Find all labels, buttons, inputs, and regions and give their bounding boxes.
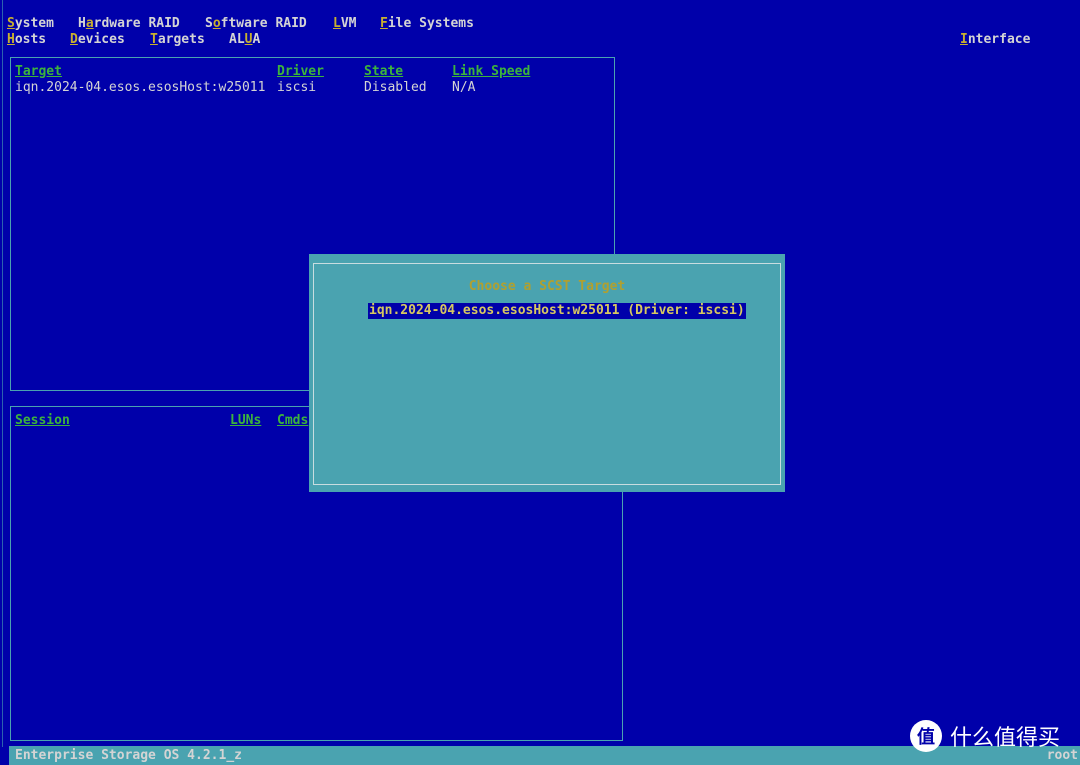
menu-hosts[interactable]: Hosts	[7, 32, 46, 48]
col-header-driver: Driver	[277, 64, 324, 79]
menu-targets[interactable]: Targets	[150, 32, 205, 48]
screen-left-border	[2, 0, 3, 747]
watermark-logo-icon: 值	[910, 720, 942, 752]
cell-driver: iscsi	[277, 80, 317, 95]
dialog-title: Choose a SCST Target	[468, 279, 626, 294]
watermark-text: 什么值得买	[950, 726, 1061, 751]
menu-alua[interactable]: ALUA	[229, 32, 260, 48]
menu-hardware-raid[interactable]: Hardware RAID	[78, 16, 180, 32]
menu-lvm[interactable]: LVM	[333, 16, 356, 32]
target-option-selected[interactable]: iqn.2024-04.esos.esosHost:w25011 (Driver…	[368, 303, 746, 319]
col-header-cmds: Cmds	[277, 413, 309, 428]
menu-file-systems[interactable]: File Systems	[380, 16, 474, 32]
choose-target-dialog: Choose a SCST Target iqn.2024-04.esos.es…	[309, 254, 785, 492]
col-header-link-speed: Link Speed	[452, 64, 531, 79]
cell-target: iqn.2024-04.esos.esosHost:w25011	[15, 80, 266, 95]
menu-system[interactable]: System	[7, 16, 54, 32]
col-header-luns: LUNs	[230, 413, 262, 428]
cell-state: Disabled	[364, 80, 427, 95]
col-header-target: Target	[15, 64, 62, 79]
menu-devices[interactable]: Devices	[70, 32, 125, 48]
watermark: 值 什么值得买	[910, 720, 1060, 752]
col-header-state: State	[364, 64, 404, 79]
status-os-version: Enterprise Storage OS 4.2.1_z	[15, 748, 242, 763]
col-header-session: Session	[15, 413, 70, 428]
menu-software-raid[interactable]: Software RAID	[205, 16, 307, 32]
dialog-border: Choose a SCST Target iqn.2024-04.esos.es…	[313, 263, 781, 485]
cell-link-speed: N/A	[452, 80, 476, 95]
menu-interface[interactable]: Interface	[960, 32, 1030, 48]
